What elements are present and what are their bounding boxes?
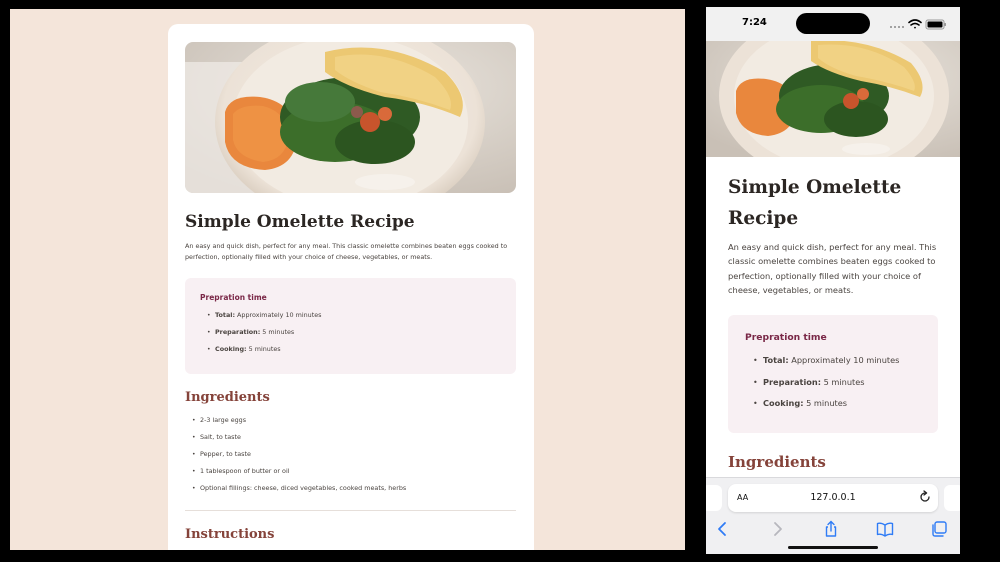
prep-label: Cooking: [763,398,804,408]
recipe-description: An easy and quick dish, perfect for any … [728,242,937,295]
prep-time-box: Prepration time Total: Approximately 10 … [185,278,516,374]
ingredients-list: 2-3 large eggs Salt, to taste Pepper, to… [192,416,406,501]
prep-item-cooking: Cooking: 5 minutes [207,345,322,362]
recipe-card: Simple Omelette Recipe An easy and quick… [168,24,534,550]
prep-time-list: Total: Approximately 10 minutes Preparat… [207,311,322,362]
prep-time-title: Prepration time [200,293,267,302]
mobile-viewport: 7:24 Simple Omelette Recipe An easy and … [706,7,960,554]
signal-icon [890,26,904,28]
omelette-photo [185,42,516,193]
dynamic-island [796,13,870,34]
prep-value: 5 minutes [260,328,295,336]
prep-item-total: Total: Approximately 10 minutes [207,311,322,328]
ingredients-heading: Ingredients [728,453,826,471]
prep-label: Cooking: [215,345,247,353]
home-indicator [788,546,878,549]
prep-value: 5 minutes [803,398,848,408]
bookmarks-icon[interactable] [876,520,894,538]
url-text: 127.0.0.1 [810,492,856,503]
status-time: 7:24 [742,17,767,28]
share-icon[interactable] [822,520,840,538]
status-bar: 7:24 [706,7,960,41]
prep-item-preparation: Preparation: 5 minutes [207,328,322,345]
prep-label: Preparation: [763,376,821,387]
prep-item-total: Total: Approximately 10 minutes [753,355,900,377]
prep-label: Preparation: [215,328,261,336]
prep-item-preparation: Preparation: 5 minutes [753,376,899,399]
list-item: 2-3 large eggs [192,416,406,433]
prep-value: 5 minutes [246,345,281,353]
status-icons [890,19,946,30]
battery-icon [925,19,946,30]
omelette-photo [706,41,960,157]
reload-icon[interactable] [918,490,932,504]
list-item: 1 tablespoon of butter or oil [192,467,406,484]
list-item: Salt, to taste [192,433,406,450]
prep-time-box: Prepration time Total: Approximately 10 … [728,315,938,433]
recipe-description: An easy and quick dish, perfect for any … [185,242,508,261]
prep-item-cooking: Cooking: 5 minutes [753,398,899,420]
section-divider [185,510,516,511]
desktop-viewport: Simple Omelette Recipe An easy and quick… [10,9,685,550]
prep-value: 5 minutes [821,376,865,387]
list-item: Pepper, to taste [192,450,406,467]
back-icon[interactable] [714,520,732,538]
instructions-heading: Instructions [185,527,275,542]
ingredients-heading: Ingredients [185,390,270,405]
forward-icon[interactable] [768,520,786,538]
tabs-icon[interactable] [930,520,948,538]
prep-value: Approximately 10 minutes [788,355,900,365]
prep-time-list: Total: Approximately 10 minutes Preparat… [753,355,900,420]
next-tab-preview[interactable] [944,485,960,511]
previous-tab-preview[interactable] [706,485,722,511]
wifi-icon [908,19,922,29]
address-bar[interactable]: AA 127.0.0.1 [728,484,938,512]
prep-label: Total: [763,355,789,365]
page-title: Simple Omelette Recipe [185,212,415,232]
bottom-toolbar [706,516,960,542]
page-title: Simple Omelette Recipe [728,177,902,229]
prep-time-title: Prepration time [745,332,827,343]
prep-label: Total: [215,311,236,319]
prep-value: Approximately 10 minutes [235,311,322,319]
list-item: Optional fillings: cheese, diced vegetab… [192,484,406,501]
safari-toolbar: AA 127.0.0.1 [706,477,960,554]
